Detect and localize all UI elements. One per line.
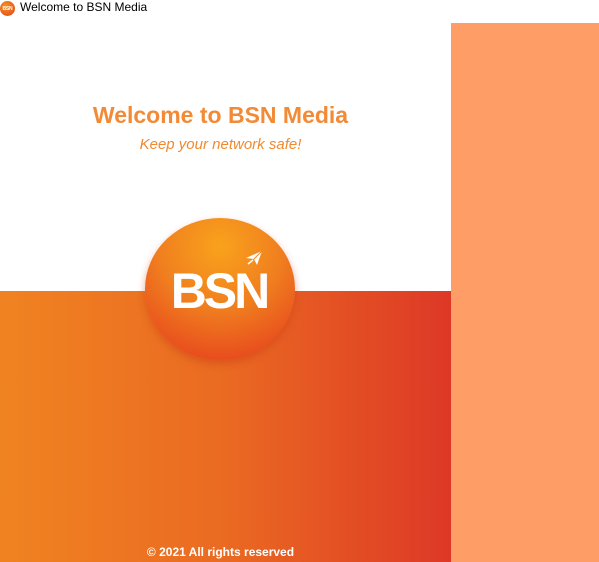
welcome-window: BSN Welcome to BSN Media Welcome to BSN …: [0, 0, 599, 562]
app-icon-label: BSN: [2, 5, 13, 12]
paper-plane-icon: [246, 250, 263, 265]
copyright-footer: © 2021 All rights reserved: [146, 545, 295, 559]
title-bar[interactable]: BSN Welcome to BSN Media: [0, 0, 599, 18]
bsn-logo-icon: BSN: [0, 1, 15, 16]
logo-wordmark: BSN: [170, 263, 271, 319]
window-title: Welcome to BSN Media: [20, 0, 148, 14]
tagline: Keep your network safe!: [139, 136, 302, 153]
bsn-logo: BSN: [145, 218, 295, 360]
welcome-heading: Welcome to BSN Media: [92, 102, 349, 128]
right-side-panel: [451, 23, 599, 562]
